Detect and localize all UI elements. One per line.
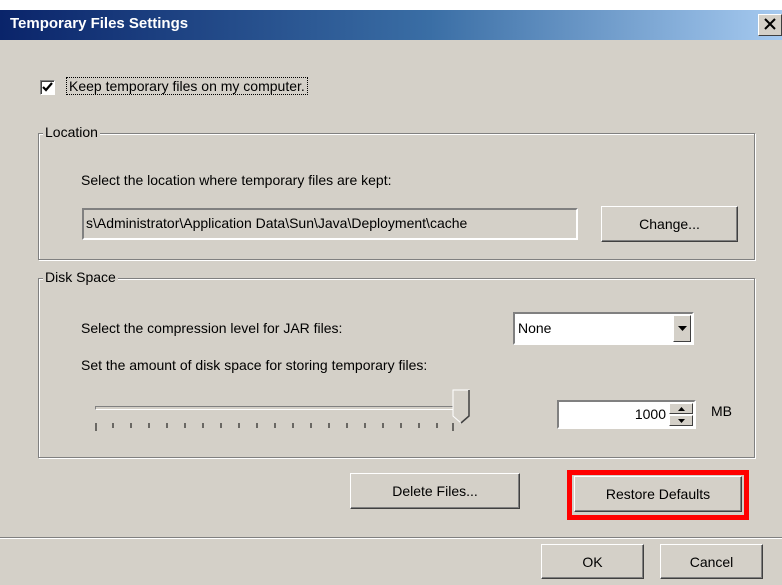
close-button[interactable] (758, 14, 782, 36)
location-group-label: Location (43, 124, 100, 140)
keep-files-label[interactable]: Keep temporary files on my computer. (66, 77, 308, 95)
checkmark-icon (42, 82, 53, 92)
compression-value: None (518, 320, 552, 336)
title-bar: Temporary Files Settings (0, 10, 782, 40)
disk-space-unit: MB (711, 403, 732, 419)
location-description: Select the location where temporary file… (81, 172, 392, 188)
cancel-label: Cancel (689, 553, 734, 570)
close-icon (764, 17, 776, 34)
restore-defaults-highlight (567, 470, 749, 520)
disk-space-spinner[interactable]: 1000 (557, 400, 696, 429)
spin-up-icon (677, 406, 685, 411)
disk-space-value[interactable]: 1000 (635, 406, 666, 422)
keep-files-checkbox[interactable] (40, 80, 55, 95)
spinner-buttons (669, 403, 693, 426)
disk-amount-label: Set the amount of disk space for storing… (81, 357, 428, 373)
ok-label: OK (582, 553, 603, 570)
cancel-button[interactable]: Cancel (660, 544, 763, 579)
cache-path-field[interactable]: s\Administrator\Application Data\Sun\Jav… (82, 208, 578, 240)
delete-files-label: Delete Files... (392, 483, 478, 499)
compression-label: Select the compression level for JAR fil… (81, 320, 343, 336)
disk-space-slider-thumb[interactable] (452, 389, 472, 425)
change-button[interactable]: Change... (601, 206, 738, 242)
slider-ticks (95, 423, 454, 431)
separator (0, 537, 782, 539)
change-button-label: Change... (639, 216, 700, 232)
compression-select[interactable]: None (513, 312, 694, 345)
disk-space-group-label: Disk Space (43, 269, 118, 285)
spin-down-icon (677, 418, 685, 423)
compression-dropdown-button[interactable] (673, 315, 691, 342)
temporary-files-dialog: Temporary Files Settings Keep temporary … (0, 10, 782, 585)
ok-button[interactable]: OK (541, 544, 644, 579)
disk-space-slider-track[interactable] (95, 406, 465, 410)
window-title: Temporary Files Settings (10, 15, 189, 32)
spin-up-button[interactable] (669, 403, 693, 414)
spin-down-button[interactable] (669, 415, 693, 426)
chevron-down-icon (677, 326, 687, 331)
cache-path-value: s\Administrator\Application Data\Sun\Jav… (86, 215, 468, 231)
delete-files-button[interactable]: Delete Files... (350, 473, 520, 509)
